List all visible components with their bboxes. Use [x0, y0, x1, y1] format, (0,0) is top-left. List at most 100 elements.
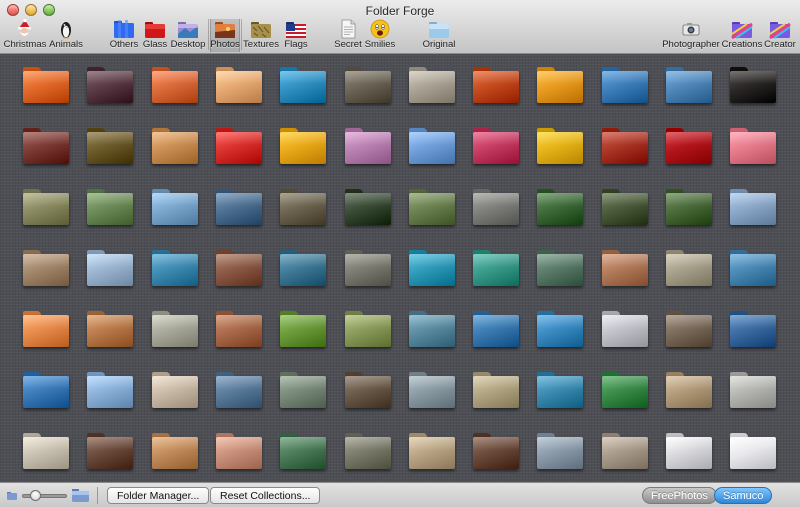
toolbar-photos[interactable]: Photos [210, 19, 240, 52]
folder-thumbnail[interactable] [280, 67, 326, 103]
folder-thumbnail[interactable] [280, 189, 326, 225]
folder-thumbnail[interactable] [280, 311, 326, 347]
folder-thumbnail[interactable] [23, 128, 69, 164]
toolbar-textures[interactable]: Textures [243, 19, 279, 52]
folder-thumbnail[interactable] [87, 372, 133, 408]
slider-knob[interactable] [30, 490, 41, 501]
toolbar-photographer[interactable]: Photographer [662, 19, 720, 52]
folder-thumbnail[interactable] [87, 128, 133, 164]
folder-size-slider[interactable] [22, 490, 67, 501]
folder-thumbnail[interactable] [152, 250, 198, 286]
toolbar-desktop[interactable]: Desktop [171, 19, 205, 52]
toolbar-flags[interactable]: Flags [283, 19, 309, 52]
folder-thumbnail[interactable] [666, 311, 712, 347]
folder-thumbnail[interactable] [730, 250, 776, 286]
folder-thumbnail[interactable] [23, 250, 69, 286]
folder-thumbnail[interactable] [280, 128, 326, 164]
folder-thumbnail[interactable] [409, 250, 455, 286]
folder-thumbnail[interactable] [216, 67, 262, 103]
folder-thumbnail[interactable] [473, 372, 519, 408]
folder-thumbnail[interactable] [473, 189, 519, 225]
folder-thumbnail[interactable] [280, 250, 326, 286]
toolbar-secret[interactable]: Secret [334, 19, 362, 52]
large-folder-size-icon[interactable] [72, 488, 89, 502]
folder-manager-button[interactable]: Folder Manager... [107, 487, 210, 504]
folder-thumbnail[interactable] [87, 189, 133, 225]
folder-thumbnail[interactable] [537, 311, 583, 347]
folder-thumbnail[interactable] [216, 128, 262, 164]
folder-thumbnail[interactable] [216, 311, 262, 347]
folder-thumbnail[interactable] [473, 250, 519, 286]
toolbar-creations[interactable]: Creations [722, 19, 762, 52]
toolbar-original[interactable]: Original [421, 19, 457, 52]
folder-thumbnail[interactable] [666, 372, 712, 408]
folder-thumbnail[interactable] [666, 128, 712, 164]
folder-thumbnail[interactable] [409, 67, 455, 103]
folder-thumbnail[interactable] [216, 433, 262, 469]
folder-thumbnail[interactable] [345, 372, 391, 408]
folder-thumbnail[interactable] [23, 189, 69, 225]
folder-thumbnail[interactable] [537, 372, 583, 408]
folder-thumbnail[interactable] [280, 433, 326, 469]
folder-thumbnail[interactable] [666, 433, 712, 469]
folder-thumbnail[interactable] [537, 250, 583, 286]
folder-thumbnail[interactable] [409, 189, 455, 225]
folder-thumbnail[interactable] [345, 250, 391, 286]
folder-thumbnail[interactable] [602, 372, 648, 408]
folder-thumbnail[interactable] [730, 67, 776, 103]
folder-thumbnail[interactable] [602, 67, 648, 103]
folder-thumbnail[interactable] [345, 311, 391, 347]
samuco-button[interactable]: Samuco [714, 487, 773, 504]
folder-thumbnail[interactable] [216, 189, 262, 225]
folder-thumbnail[interactable] [345, 128, 391, 164]
folder-thumbnail[interactable] [280, 372, 326, 408]
folder-thumbnail[interactable] [602, 311, 648, 347]
folder-thumbnail[interactable] [473, 311, 519, 347]
folder-thumbnail[interactable] [473, 433, 519, 469]
folder-thumbnail[interactable] [602, 433, 648, 469]
folder-thumbnail[interactable] [152, 372, 198, 408]
folder-thumbnail[interactable] [152, 128, 198, 164]
folder-thumbnail[interactable] [216, 372, 262, 408]
folder-thumbnail[interactable] [730, 311, 776, 347]
folder-thumbnail[interactable] [87, 311, 133, 347]
toolbar-glass[interactable]: Glass [142, 19, 168, 52]
folder-thumbnail[interactable] [537, 128, 583, 164]
folder-thumbnail[interactable] [345, 67, 391, 103]
folder-thumbnail[interactable] [87, 433, 133, 469]
folder-thumbnail[interactable] [87, 250, 133, 286]
folder-thumbnail[interactable] [216, 250, 262, 286]
toolbar-creator[interactable]: Creator [763, 19, 797, 52]
folder-thumbnail[interactable] [602, 189, 648, 225]
freephotos-button[interactable]: FreePhotos [642, 487, 717, 504]
folder-thumbnail[interactable] [537, 189, 583, 225]
folder-thumbnail[interactable] [730, 189, 776, 225]
folder-thumbnail[interactable] [345, 189, 391, 225]
folder-thumbnail[interactable] [87, 67, 133, 103]
reset-collections-button[interactable]: Reset Collections... [210, 487, 321, 504]
folder-thumbnail[interactable] [730, 128, 776, 164]
folder-thumbnail[interactable] [409, 128, 455, 164]
folder-thumbnail[interactable] [666, 250, 712, 286]
small-folder-size-icon[interactable] [7, 491, 17, 500]
toolbar-smilies[interactable]: Smilies [365, 19, 395, 52]
folder-thumbnail[interactable] [666, 189, 712, 225]
folder-thumbnail[interactable] [23, 311, 69, 347]
folder-thumbnail[interactable] [730, 372, 776, 408]
folder-thumbnail[interactable] [602, 250, 648, 286]
folder-thumbnail[interactable] [152, 433, 198, 469]
folder-thumbnail[interactable] [473, 67, 519, 103]
toolbar-others[interactable]: Others [108, 19, 140, 52]
toolbar-christmas[interactable]: Christmas [4, 19, 46, 52]
folder-thumbnail[interactable] [152, 67, 198, 103]
toolbar-animals[interactable]: Animals [49, 19, 83, 52]
folder-thumbnail[interactable] [23, 372, 69, 408]
folder-thumbnail[interactable] [537, 433, 583, 469]
folder-thumbnail[interactable] [152, 189, 198, 225]
folder-thumbnail[interactable] [345, 433, 391, 469]
folder-thumbnail[interactable] [23, 433, 69, 469]
folder-thumbnail[interactable] [730, 433, 776, 469]
folder-thumbnail[interactable] [537, 67, 583, 103]
folder-thumbnail[interactable] [409, 433, 455, 469]
folder-thumbnail[interactable] [409, 311, 455, 347]
